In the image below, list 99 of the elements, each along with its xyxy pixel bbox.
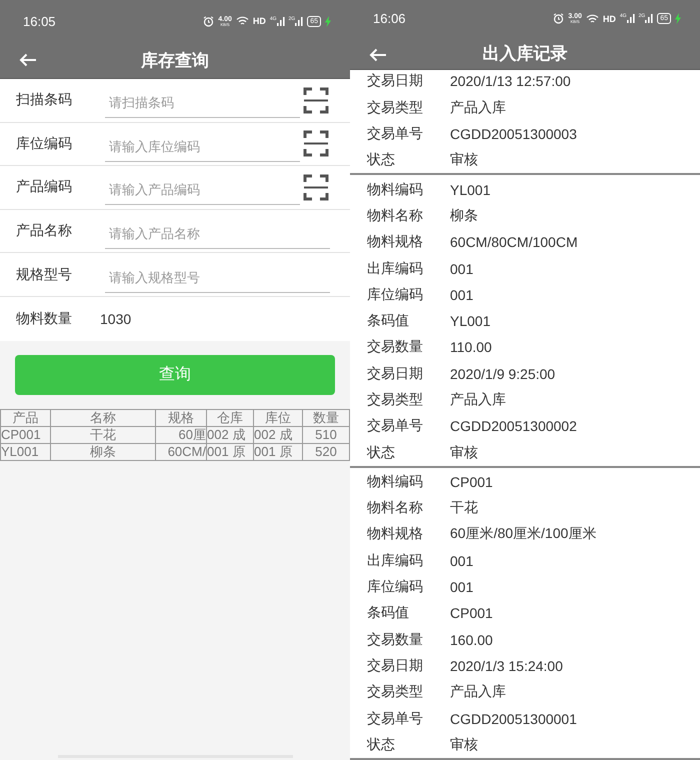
quantity-value: 1030 <box>100 310 132 327</box>
record-label: 交易单号 <box>366 417 424 436</box>
scan-icon[interactable] <box>303 130 329 158</box>
record-label: 条码值 <box>366 312 410 330</box>
record-value: 产品入库 <box>450 390 506 409</box>
record-value: 001 <box>450 552 474 569</box>
record-label: 物料编码 <box>366 180 424 199</box>
record-label: 出库编码 <box>366 260 424 278</box>
record-label: 物料规格 <box>366 233 424 252</box>
wifi-icon <box>236 16 249 26</box>
signal-icon <box>645 14 654 24</box>
record-value: 2020/1/13 12:57:00 <box>450 73 571 90</box>
input-field[interactable]: 请输入规格型号 <box>105 262 330 293</box>
query-button[interactable]: 查询 <box>15 354 335 395</box>
record-label: 交易类型 <box>366 683 424 702</box>
record-label: 交易单号 <box>366 710 424 728</box>
record-value: 干花 <box>450 499 478 518</box>
record-label: 交易类型 <box>366 390 424 409</box>
record-label: 交易日期 <box>366 656 424 675</box>
column-header: 库位 <box>254 409 302 426</box>
record-value: 2020/1/9 9:25:00 <box>450 366 556 382</box>
column-header: 产品 <box>0 409 50 426</box>
record-label: 库位编码 <box>366 286 424 304</box>
page-title: 库存查询 <box>141 50 209 72</box>
record-value: 001 <box>450 579 474 596</box>
record-label: 交易日期 <box>366 364 424 383</box>
record-label: 交易数量 <box>366 630 424 649</box>
record-value: 柳条 <box>450 206 478 225</box>
table-cell: 002 成 <box>254 426 302 444</box>
record-value: 001 <box>450 260 474 276</box>
input-field[interactable]: 请扫描条码 <box>105 88 300 118</box>
record-value: CGDD20051300003 <box>450 126 577 142</box>
signal-icon <box>295 16 304 26</box>
record-value: 110.00 <box>450 339 492 356</box>
record-label: 条码值 <box>366 604 410 622</box>
record-value: 产品入库 <box>450 683 506 702</box>
record-label: 交易数量 <box>366 338 424 356</box>
input-field[interactable]: 请输入库位编码 <box>105 132 300 162</box>
record-value: 审核 <box>450 151 478 170</box>
record-value: 160.00 <box>450 632 493 648</box>
record-value: 审核 <box>450 736 478 754</box>
column-header: 规格 <box>156 409 206 426</box>
record-value: CP001 <box>450 474 493 490</box>
signal-icon <box>626 14 635 24</box>
page-title: 出入库记录 <box>482 42 568 65</box>
record-value: YL001 <box>450 182 490 198</box>
record-label: 物料名称 <box>366 206 424 225</box>
field-label: 库位编码 <box>15 134 73 153</box>
input-field[interactable]: 请输入产品名称 <box>105 219 330 250</box>
record-label: 状态 <box>366 151 396 170</box>
scan-icon[interactable] <box>303 174 329 201</box>
table-cell: 001 原 <box>254 443 302 460</box>
record-label: 交易日期 <box>366 72 424 90</box>
field-label: 物料数量 <box>15 310 73 328</box>
field-label: 扫描条码 <box>15 91 73 110</box>
record-value: CGDD20051300002 <box>450 418 577 434</box>
record-label: 交易类型 <box>366 98 424 117</box>
record-value: YL001 <box>450 313 490 330</box>
record-value: CP001 <box>450 605 493 622</box>
table-cell: CP001 <box>0 426 50 444</box>
record-value: 审核 <box>450 444 478 462</box>
alarm-icon <box>553 13 564 24</box>
status-time: 16:05 <box>23 14 56 28</box>
table-cell: 60厘 <box>156 426 206 444</box>
record-value: 产品入库 <box>450 98 506 117</box>
record-label: 库位编码 <box>366 578 424 596</box>
column-header: 名称 <box>50 409 156 426</box>
column-header: 数量 <box>302 409 350 426</box>
table-cell: 001 原 <box>206 443 254 460</box>
scan-icon[interactable] <box>303 86 329 114</box>
record-value: 001 <box>450 286 474 303</box>
record-value: 2020/1/3 15:24:00 <box>450 658 563 674</box>
hd-label: HD <box>602 14 616 24</box>
alarm-icon <box>203 16 214 26</box>
record-value: 60CM/80CM/100CM <box>450 234 578 250</box>
record-label: 状态 <box>366 736 396 754</box>
wifi-icon <box>586 14 599 24</box>
record-label: 出库编码 <box>366 552 424 570</box>
record-value: CGDD20051300001 <box>450 710 577 727</box>
signal-icon <box>276 16 285 26</box>
record-label: 状态 <box>366 444 396 462</box>
column-header: 仓库 <box>206 409 254 426</box>
field-label: 产品编码 <box>15 178 73 196</box>
record-value: 60厘米/80厘米/100厘米 <box>450 525 596 544</box>
hd-label: HD <box>252 16 266 26</box>
table-cell: 002 成 <box>206 426 254 444</box>
field-label: 规格型号 <box>15 266 73 284</box>
table-cell: 柳条 <box>50 443 156 460</box>
record-label: 物料编码 <box>366 472 424 491</box>
record-label: 物料名称 <box>366 499 424 518</box>
back-icon[interactable] <box>19 53 37 67</box>
status-time: 16:06 <box>373 11 406 26</box>
field-label: 产品名称 <box>15 222 73 240</box>
table-cell: 干花 <box>50 426 156 444</box>
table-cell: YL001 <box>0 443 50 460</box>
record-label: 交易单号 <box>366 125 424 144</box>
record-label: 物料规格 <box>366 525 424 544</box>
back-icon[interactable] <box>369 48 387 62</box>
input-field[interactable]: 请输入产品编码 <box>105 175 300 206</box>
